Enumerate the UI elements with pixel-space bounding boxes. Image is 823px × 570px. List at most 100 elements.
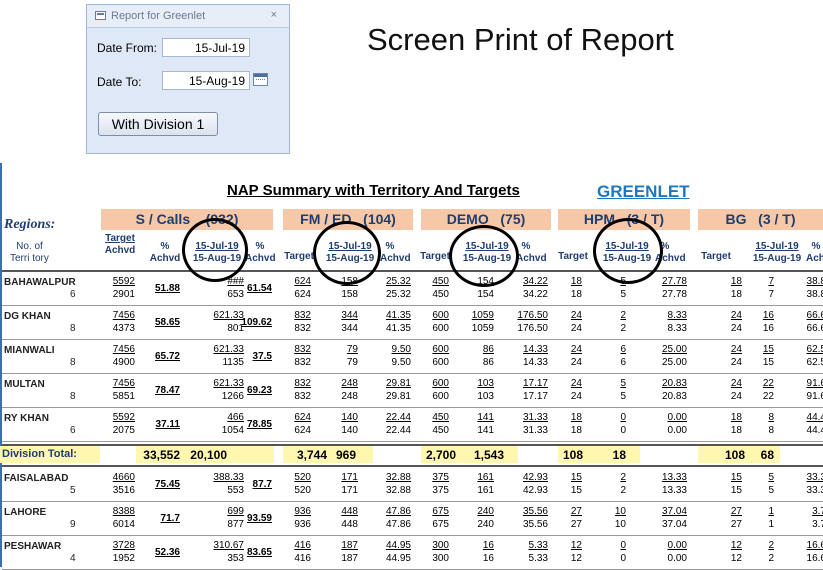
territory-name: RY KHAN: [4, 413, 50, 424]
hpm-target: 24: [570, 378, 582, 389]
territory-count: 4: [70, 553, 76, 564]
form-icon: [95, 11, 106, 20]
hpm-target: 15: [570, 472, 582, 483]
territory-count: 8: [70, 323, 76, 334]
subheader-pct-achvd: %Achvd: [149, 241, 181, 264]
calls-pct1: 78.47: [154, 385, 180, 396]
bg-date-range: 16: [762, 310, 774, 321]
fm-date-range: 140: [341, 412, 358, 423]
calls-pct1: 51.88: [154, 283, 180, 294]
total-hpm-target: 108: [562, 448, 583, 462]
fm-date-range: 344: [341, 323, 358, 334]
subheader-date-range: 15-Jul-19 15-Aug-19: [752, 241, 802, 264]
report-dialog: Report for Greenlet × Date From: 15-Jul-…: [86, 4, 290, 154]
calls-pct2: 69.23: [246, 385, 272, 396]
annotation-circle: [182, 218, 248, 282]
hpm-date-range: 2: [620, 323, 626, 334]
fm-pct: 47.86: [385, 506, 411, 517]
demo-pct: 176.50: [517, 310, 548, 321]
calls-pct1: 65.72: [154, 351, 180, 362]
demo-date-range: 86: [482, 344, 494, 355]
subheader-pct-achvd: %Achvd: [380, 241, 411, 264]
bg-target: 24: [730, 357, 742, 368]
calls-target: 4900: [112, 357, 135, 368]
calendar-icon[interactable]: [253, 73, 268, 86]
fm-target: 624: [294, 425, 311, 436]
calls-target: 3728: [112, 540, 135, 551]
subheader-target: Target: [558, 251, 588, 262]
calls-target: 7456: [112, 344, 135, 355]
hpm-pct: 37.04: [661, 519, 687, 530]
hpm-date-range: 0: [620, 412, 626, 423]
bg-target: 27: [730, 506, 742, 517]
hpm-pct: 8.33: [667, 310, 687, 321]
bg-pct: 38.8: [806, 289, 823, 300]
demo-date-range: 16: [482, 540, 494, 551]
bg-date-range: 1: [768, 519, 774, 530]
no-of-territory-label: No. of Terri tory: [10, 241, 49, 264]
bg-date-range: 7: [768, 276, 774, 287]
bg-target: 15: [730, 472, 742, 483]
calls-target: 4660: [112, 472, 135, 483]
hpm-target: 18: [570, 425, 582, 436]
brand-logo: GREENLET: [597, 182, 690, 201]
demo-date-range: 103: [477, 391, 494, 402]
total-fm-date-range: 969: [335, 448, 356, 462]
territory-count: 9: [70, 519, 76, 530]
total-bg-target: 108: [724, 448, 745, 462]
bg-target: 18: [730, 412, 742, 423]
fm-target: 832: [294, 357, 311, 368]
bg-pct: 66.6: [806, 323, 823, 334]
fm-pct: 25.32: [385, 276, 411, 287]
hpm-target: 15: [570, 485, 582, 496]
fm-pct: 32.88: [385, 485, 411, 496]
hpm-target: 12: [570, 540, 582, 551]
demo-pct: 31.33: [522, 425, 548, 436]
hpm-target: 18: [570, 412, 582, 423]
group-header-calls: S / Calls (932): [101, 209, 273, 230]
hpm-date-range: 5: [620, 289, 626, 300]
date-from-field[interactable]: 15-Jul-19: [162, 38, 250, 57]
bg-target: 18: [730, 425, 742, 436]
bg-pct: 38.8: [806, 276, 823, 287]
bg-date-range: 2: [768, 553, 774, 564]
territory-name: MULTAN: [4, 379, 45, 390]
row-divider: [2, 535, 823, 536]
bg-pct: 3.7: [812, 506, 823, 517]
demo-target: 450: [432, 425, 449, 436]
close-icon[interactable]: ×: [271, 9, 277, 21]
fm-pct: 41.35: [385, 310, 411, 321]
calls-pct1: 58.65: [154, 317, 180, 328]
territory-name: LAHORE: [4, 507, 47, 518]
demo-pct: 42.93: [522, 472, 548, 483]
date-to-field[interactable]: 15-Aug-19: [162, 71, 250, 90]
demo-pct: 31.33: [522, 412, 548, 423]
fm-target: 624: [294, 276, 311, 287]
hpm-target: 12: [570, 553, 582, 564]
demo-pct: 5.33: [528, 553, 548, 564]
fm-date-range: 158: [341, 289, 358, 300]
calls-target: 4373: [112, 323, 135, 334]
fm-date-range: 79: [346, 357, 358, 368]
fm-target: 936: [294, 506, 311, 517]
row-divider: [2, 407, 823, 408]
with-division-button[interactable]: With Division 1: [98, 112, 218, 136]
hpm-pct: 0.00: [667, 425, 687, 436]
header-divider: [2, 270, 823, 272]
bg-date-range: 8: [768, 412, 774, 423]
hpm-date-range: 0: [620, 553, 626, 564]
fm-pct: 47.86: [385, 519, 411, 530]
bg-target: 24: [730, 391, 742, 402]
total-demo-target: 2,700: [425, 448, 456, 462]
fm-date-range: 187: [341, 553, 358, 564]
bg-date-range: 2: [768, 540, 774, 551]
hpm-date-range: 2: [620, 310, 626, 321]
calls-target: 2075: [112, 425, 135, 436]
subheader-pct-achvd: %Achvd: [806, 241, 823, 264]
calls-pct2: 37.5: [252, 351, 272, 362]
bg-target: 12: [730, 553, 742, 564]
fm-target: 520: [294, 485, 311, 496]
fm-pct: 44.95: [385, 540, 411, 551]
row-divider: [2, 305, 823, 306]
subheader-target: Target: [701, 251, 731, 262]
